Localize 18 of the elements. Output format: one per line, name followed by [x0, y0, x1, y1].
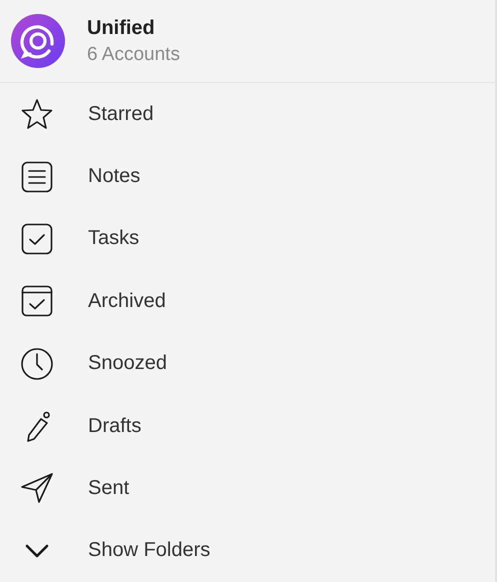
account-title: Unified: [87, 16, 156, 40]
archive-icon: [20, 284, 54, 318]
sidebar-item[interactable]: Drafts: [0, 394, 495, 458]
sidebar-item[interactable]: Tasks: [0, 208, 495, 270]
sidebar-item[interactable]: Starred: [0, 83, 495, 146]
send-icon: [20, 471, 54, 506]
sidebar-item[interactable]: Sent: [0, 457, 495, 520]
star-icon: [20, 97, 54, 132]
notes-icon: [20, 160, 54, 194]
account-count: 6 Accounts: [87, 44, 180, 66]
clock-icon: [20, 346, 54, 381]
sidebar-item[interactable]: Show Folders: [0, 520, 495, 582]
checkbox-icon: [20, 222, 54, 256]
sidebar-item[interactable]: Notes: [0, 145, 495, 208]
app-logo-icon: [11, 14, 65, 68]
account-header[interactable]: Unified 6 Accounts: [0, 0, 495, 83]
sidebar-item[interactable]: Archived: [0, 270, 495, 332]
sidebar-item[interactable]: Snoozed: [0, 332, 495, 395]
